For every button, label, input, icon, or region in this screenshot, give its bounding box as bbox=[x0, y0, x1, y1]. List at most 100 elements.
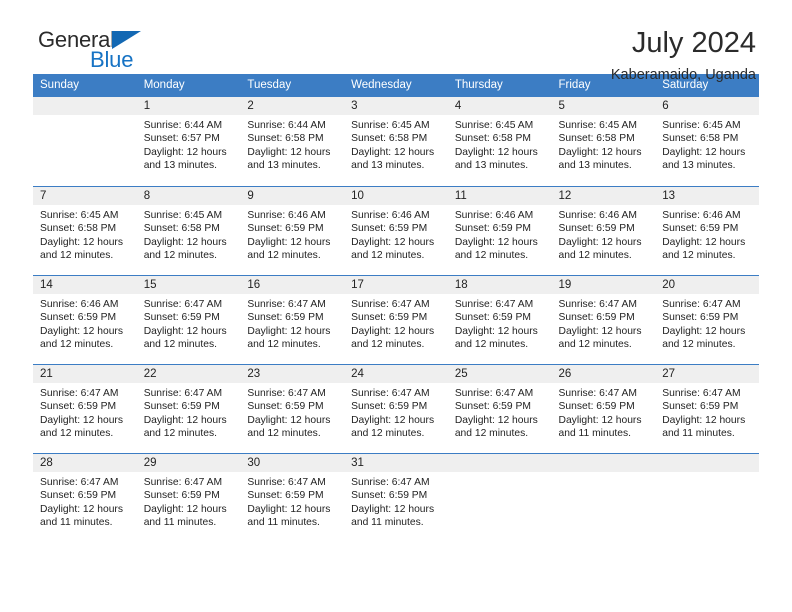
calendar-day-cell[interactable]: 21 Sunrise: 6:47 AM Sunset: 6:59 PM Dayligh… bbox=[33, 364, 137, 453]
day-cell-inner: 26 Sunrise: 6:47 AM Sunset: 6:59 PM Dayligh… bbox=[551, 364, 656, 453]
calendar-day-cell[interactable]: 16 Sunrise: 6:47 AM Sunset: 6:59 PM Dayligh… bbox=[240, 275, 345, 364]
calendar-day-cell[interactable]: 18 Sunrise: 6:47 AM Sunset: 6:59 PM Dayligh… bbox=[447, 275, 552, 364]
day-details: Sunrise: 6:47 AM Sunset: 6:59 PM Daylight:… bbox=[344, 472, 448, 530]
calendar-week-row: 14 Sunrise: 6:46 AM Sunset: 6:59 PM Dayligh… bbox=[33, 275, 759, 364]
day-details: Sunrise: 6:45 AM Sunset: 6:58 PM Daylight:… bbox=[137, 205, 241, 263]
day-cell-inner bbox=[551, 453, 656, 542]
calendar-page: General Blue July 2024 Kaberamaido, Ugan… bbox=[0, 0, 792, 612]
day-number: 14 bbox=[33, 276, 137, 294]
day-details: Sunrise: 6:47 AM Sunset: 6:59 PM Daylight:… bbox=[137, 383, 241, 441]
day-cell-inner: 4 Sunrise: 6:45 AM Sunset: 6:58 PM Daylight… bbox=[447, 97, 552, 186]
daylight-text: Daylight: 12 hours and 12 minutes. bbox=[558, 325, 642, 351]
calendar-day-cell[interactable]: 31 Sunrise: 6:47 AM Sunset: 6:59 PM Dayligh… bbox=[344, 453, 448, 542]
day-number: 21 bbox=[33, 365, 137, 383]
daylight-text: Daylight: 12 hours and 12 minutes. bbox=[40, 325, 123, 351]
day-details: Sunrise: 6:45 AM Sunset: 6:58 PM Daylight:… bbox=[448, 115, 552, 173]
day-number: 18 bbox=[447, 276, 552, 294]
calendar-day-cell[interactable]: 25 Sunrise: 6:47 AM Sunset: 6:59 PM Dayligh… bbox=[447, 364, 552, 453]
daylight-text: Daylight: 12 hours and 11 minutes. bbox=[143, 503, 227, 529]
sunset-text: Sunset: 6:59 PM bbox=[143, 401, 220, 413]
calendar-day-cell[interactable]: 19 Sunrise: 6:47 AM Sunset: 6:59 PM Dayligh… bbox=[551, 275, 656, 364]
day-details: Sunrise: 6:46 AM Sunset: 6:59 PM Daylight:… bbox=[655, 205, 759, 263]
day-number: 19 bbox=[551, 276, 656, 294]
calendar-week-row: 28 Sunrise: 6:47 AM Sunset: 6:59 PM Dayligh… bbox=[33, 453, 759, 542]
daylight-text: Daylight: 12 hours and 13 minutes. bbox=[558, 146, 642, 172]
sunrise-text: Sunrise: 6:45 AM bbox=[351, 120, 430, 131]
sunrise-text: Sunrise: 6:47 AM bbox=[247, 388, 326, 399]
day-details: Sunrise: 6:46 AM Sunset: 6:59 PM Daylight:… bbox=[33, 294, 137, 352]
day-number: 11 bbox=[447, 187, 552, 205]
calendar-day-cell bbox=[655, 453, 759, 542]
day-cell-inner: 16 Sunrise: 6:47 AM Sunset: 6:59 PM Dayligh… bbox=[240, 275, 345, 364]
calendar-day-cell[interactable]: 1 Sunrise: 6:44 AM Sunset: 6:57 PM Daylight… bbox=[136, 97, 241, 186]
day-cell-inner: 21 Sunrise: 6:47 AM Sunset: 6:59 PM Dayligh… bbox=[33, 364, 137, 453]
weekday-header-tuesday: Tuesday bbox=[240, 74, 345, 97]
sunset-text: Sunset: 6:59 PM bbox=[351, 490, 428, 502]
day-cell-inner: 14 Sunrise: 6:46 AM Sunset: 6:59 PM Dayligh… bbox=[33, 275, 137, 364]
sunset-text: Sunset: 6:58 PM bbox=[247, 133, 324, 145]
day-cell-inner bbox=[447, 453, 552, 542]
sunrise-text: Sunrise: 6:45 AM bbox=[40, 210, 119, 221]
sunrise-text: Sunrise: 6:46 AM bbox=[40, 299, 119, 310]
calendar-day-cell[interactable]: 29 Sunrise: 6:47 AM Sunset: 6:59 PM Dayligh… bbox=[136, 453, 241, 542]
calendar-day-cell[interactable]: 10 Sunrise: 6:46 AM Sunset: 6:59 PM Dayligh… bbox=[344, 186, 448, 275]
calendar-day-cell[interactable]: 24 Sunrise: 6:47 AM Sunset: 6:59 PM Dayligh… bbox=[344, 364, 448, 453]
calendar-day-cell[interactable]: 28 Sunrise: 6:47 AM Sunset: 6:59 PM Dayligh… bbox=[33, 453, 137, 542]
calendar-day-cell[interactable]: 20 Sunrise: 6:47 AM Sunset: 6:59 PM Dayligh… bbox=[655, 275, 759, 364]
calendar-day-cell[interactable]: 22 Sunrise: 6:47 AM Sunset: 6:59 PM Dayligh… bbox=[136, 364, 241, 453]
calendar-day-cell[interactable]: 13 Sunrise: 6:46 AM Sunset: 6:59 PM Dayligh… bbox=[655, 186, 759, 275]
sunrise-text: Sunrise: 6:45 AM bbox=[662, 120, 741, 131]
day-cell-inner: 2 Sunrise: 6:44 AM Sunset: 6:58 PM Daylight… bbox=[240, 97, 345, 186]
calendar-day-cell[interactable]: 26 Sunrise: 6:47 AM Sunset: 6:59 PM Dayligh… bbox=[551, 364, 656, 453]
day-number: 5 bbox=[551, 97, 656, 115]
day-details: Sunrise: 6:47 AM Sunset: 6:59 PM Daylight:… bbox=[240, 472, 344, 530]
general-blue-logo[interactable]: General Blue bbox=[33, 26, 173, 78]
calendar-day-cell[interactable]: 2 Sunrise: 6:44 AM Sunset: 6:58 PM Daylight… bbox=[240, 97, 345, 186]
sunset-text: Sunset: 6:59 PM bbox=[662, 401, 739, 413]
day-number: 3 bbox=[344, 97, 448, 115]
calendar-day-cell bbox=[33, 97, 137, 186]
calendar-day-cell[interactable]: 4 Sunrise: 6:45 AM Sunset: 6:58 PM Daylight… bbox=[447, 97, 552, 186]
daylight-text: Daylight: 12 hours and 13 minutes. bbox=[662, 146, 746, 172]
day-details: Sunrise: 6:46 AM Sunset: 6:59 PM Daylight:… bbox=[552, 205, 656, 263]
day-number: 27 bbox=[655, 365, 759, 383]
day-cell-inner: 5 Sunrise: 6:45 AM Sunset: 6:58 PM Daylight… bbox=[551, 97, 656, 186]
day-details: Sunrise: 6:47 AM Sunset: 6:59 PM Daylight:… bbox=[33, 472, 137, 530]
day-cell-inner: 13 Sunrise: 6:46 AM Sunset: 6:59 PM Dayligh… bbox=[655, 186, 759, 275]
calendar-day-cell[interactable]: 15 Sunrise: 6:47 AM Sunset: 6:59 PM Dayligh… bbox=[136, 275, 241, 364]
weekday-header-thursday: Thursday bbox=[447, 74, 552, 97]
daylight-text: Daylight: 12 hours and 12 minutes. bbox=[662, 325, 746, 351]
calendar-day-cell[interactable]: 12 Sunrise: 6:46 AM Sunset: 6:59 PM Dayligh… bbox=[551, 186, 656, 275]
day-cell-inner: 1 Sunrise: 6:44 AM Sunset: 6:57 PM Daylight… bbox=[136, 97, 241, 186]
sunset-text: Sunset: 6:59 PM bbox=[247, 401, 324, 413]
calendar-day-cell[interactable]: 14 Sunrise: 6:46 AM Sunset: 6:59 PM Dayligh… bbox=[33, 275, 137, 364]
sunset-text: Sunset: 6:59 PM bbox=[40, 490, 117, 502]
weekday-header-wednesday: Wednesday bbox=[344, 74, 448, 97]
day-details: Sunrise: 6:45 AM Sunset: 6:58 PM Daylight:… bbox=[33, 205, 137, 263]
sunset-text: Sunset: 6:59 PM bbox=[454, 312, 531, 324]
calendar-day-cell[interactable]: 8 Sunrise: 6:45 AM Sunset: 6:58 PM Daylight… bbox=[136, 186, 241, 275]
day-cell-inner: 15 Sunrise: 6:47 AM Sunset: 6:59 PM Dayligh… bbox=[136, 275, 241, 364]
calendar-day-cell[interactable]: 23 Sunrise: 6:47 AM Sunset: 6:59 PM Dayligh… bbox=[240, 364, 345, 453]
sunset-text: Sunset: 6:59 PM bbox=[247, 312, 324, 324]
sunset-text: Sunset: 6:59 PM bbox=[143, 312, 220, 324]
calendar-day-cell[interactable]: 17 Sunrise: 6:47 AM Sunset: 6:59 PM Dayligh… bbox=[344, 275, 448, 364]
day-cell-inner: 3 Sunrise: 6:45 AM Sunset: 6:58 PM Daylight… bbox=[344, 97, 448, 186]
day-details: Sunrise: 6:46 AM Sunset: 6:59 PM Daylight:… bbox=[448, 205, 552, 263]
day-cell-inner: 10 Sunrise: 6:46 AM Sunset: 6:59 PM Dayligh… bbox=[344, 186, 448, 275]
calendar-day-cell[interactable]: 7 Sunrise: 6:45 AM Sunset: 6:58 PM Daylight… bbox=[33, 186, 137, 275]
calendar-day-cell[interactable]: 11 Sunrise: 6:46 AM Sunset: 6:59 PM Dayligh… bbox=[447, 186, 552, 275]
day-number: 8 bbox=[136, 187, 241, 205]
calendar-day-cell[interactable]: 5 Sunrise: 6:45 AM Sunset: 6:58 PM Daylight… bbox=[551, 97, 656, 186]
calendar-day-cell[interactable]: 3 Sunrise: 6:45 AM Sunset: 6:58 PM Daylight… bbox=[344, 97, 448, 186]
daylight-text: Daylight: 12 hours and 12 minutes. bbox=[143, 414, 227, 440]
calendar-day-cell[interactable]: 6 Sunrise: 6:45 AM Sunset: 6:58 PM Daylight… bbox=[655, 97, 759, 186]
sunrise-text: Sunrise: 6:47 AM bbox=[40, 477, 119, 488]
daylight-text: Daylight: 12 hours and 12 minutes. bbox=[40, 414, 123, 440]
calendar-day-cell[interactable]: 30 Sunrise: 6:47 AM Sunset: 6:59 PM Dayligh… bbox=[240, 453, 345, 542]
daylight-text: Daylight: 12 hours and 12 minutes. bbox=[454, 236, 538, 262]
day-cell-inner: 22 Sunrise: 6:47 AM Sunset: 6:59 PM Dayligh… bbox=[136, 364, 241, 453]
day-number: 15 bbox=[136, 276, 241, 294]
calendar-day-cell[interactable]: 27 Sunrise: 6:47 AM Sunset: 6:59 PM Dayligh… bbox=[655, 364, 759, 453]
calendar-day-cell[interactable]: 9 Sunrise: 6:46 AM Sunset: 6:59 PM Daylight… bbox=[240, 186, 345, 275]
